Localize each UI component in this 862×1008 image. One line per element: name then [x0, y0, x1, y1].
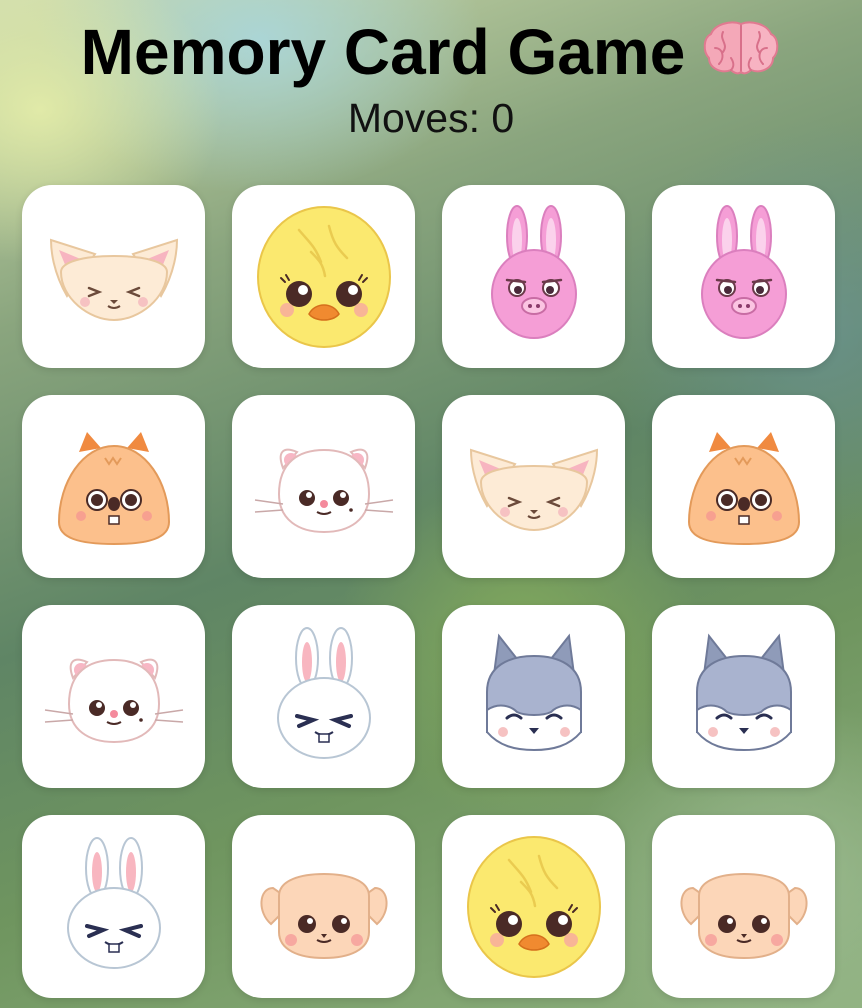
chick-icon: [466, 835, 601, 978]
memory-card[interactable]: [442, 815, 625, 998]
memory-card[interactable]: [652, 605, 835, 788]
memory-card[interactable]: [442, 185, 625, 368]
fox-icon: [469, 448, 598, 531]
memory-card[interactable]: [652, 815, 835, 998]
brain-icon: [704, 21, 779, 75]
fox-icon: [49, 238, 178, 321]
memory-card[interactable]: [652, 185, 835, 368]
page-title: Memory Card Game: [0, 14, 862, 90]
memory-card[interactable]: [442, 605, 625, 788]
pig-icon: [700, 204, 787, 339]
bunny-icon: [275, 625, 372, 760]
squirrel-icon: [687, 430, 800, 545]
memory-card[interactable]: [232, 605, 415, 788]
memory-card[interactable]: [652, 395, 835, 578]
squirrel-icon: [57, 430, 170, 545]
memory-card[interactable]: [442, 395, 625, 578]
cat-icon: [253, 448, 394, 533]
moves-counter: Moves: 0: [347, 95, 515, 141]
card-grid: [22, 185, 836, 999]
wolf-icon: [695, 634, 792, 751]
bunny-icon: [65, 835, 162, 970]
title-text: Memory Card Game: [80, 16, 686, 88]
puppy-icon: [679, 872, 808, 959]
memory-card[interactable]: [232, 395, 415, 578]
memory-card[interactable]: [22, 395, 205, 578]
memory-card[interactable]: [22, 185, 205, 368]
memory-card[interactable]: [232, 815, 415, 998]
memory-card[interactable]: [22, 815, 205, 998]
pig-icon: [490, 204, 577, 339]
puppy-icon: [259, 872, 388, 959]
wolf-icon: [485, 634, 582, 751]
cat-icon: [43, 658, 184, 743]
chick-icon: [256, 205, 391, 348]
memory-card[interactable]: [232, 185, 415, 368]
memory-card[interactable]: [22, 605, 205, 788]
